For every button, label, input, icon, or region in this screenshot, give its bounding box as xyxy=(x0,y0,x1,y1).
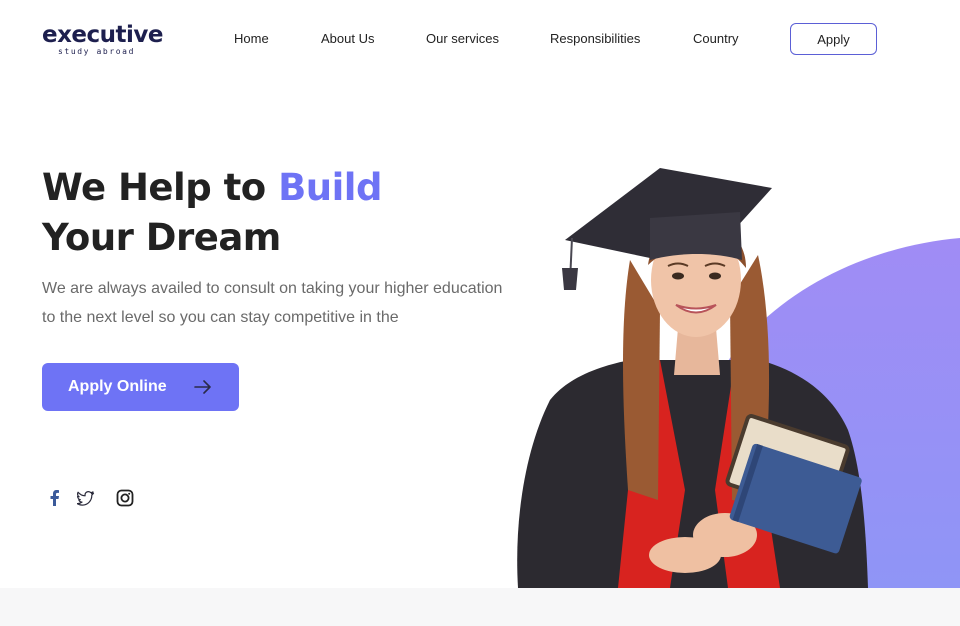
graduate-student-photo xyxy=(517,168,868,588)
hero-title: We Help to Build Your Dream xyxy=(42,163,382,263)
hero-title-line2: Your Dream xyxy=(42,216,281,259)
nav-country[interactable]: Country xyxy=(693,31,739,46)
nav-about-us[interactable]: About Us xyxy=(321,31,374,46)
arrow-right-icon xyxy=(194,380,211,394)
instagram-icon[interactable] xyxy=(116,488,134,508)
hero-title-accent: Build xyxy=(278,166,382,209)
apply-button[interactable]: Apply xyxy=(790,23,877,55)
hero-subtitle: We are always availed to consult on taki… xyxy=(42,280,503,326)
next-section-band xyxy=(0,588,960,626)
nav-home[interactable]: Home xyxy=(234,31,269,46)
nav-responsibilities[interactable]: Responsibilities xyxy=(550,31,640,46)
apply-online-button[interactable]: Apply Online xyxy=(42,363,239,411)
brand-tagline: study abroad xyxy=(58,47,135,56)
nav-our-services[interactable]: Our services xyxy=(426,31,499,46)
apply-online-label: Apply Online xyxy=(68,378,167,395)
facebook-icon[interactable] xyxy=(48,488,60,508)
twitter-icon[interactable] xyxy=(77,488,95,508)
hero-title-part1: We Help to xyxy=(42,166,279,209)
